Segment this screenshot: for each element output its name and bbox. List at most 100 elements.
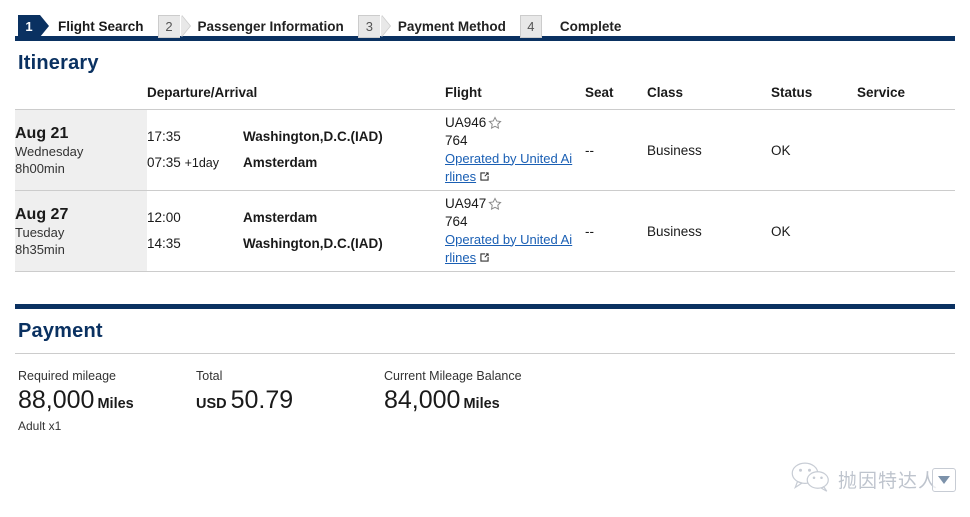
step-3-number: 3 bbox=[365, 18, 373, 34]
step-3-label: Payment Method bbox=[397, 18, 506, 34]
departure-arrival-cell: 12:00 Amsterdam 14:35 Washington,D.C.(IA… bbox=[147, 190, 445, 272]
departure-time: 12:00 bbox=[147, 210, 181, 225]
service-cell bbox=[857, 190, 955, 272]
flight-date-cell: Aug 21 Wednesday 8h00min bbox=[15, 109, 147, 191]
current-balance-label: Current Mileage Balance bbox=[384, 369, 522, 383]
required-mileage-value: 88,000 Miles bbox=[18, 385, 196, 419]
departure-leg: 12:00 Amsterdam bbox=[147, 205, 445, 231]
col-header-class: Class bbox=[647, 85, 771, 110]
step-2-number: 2 bbox=[165, 18, 173, 34]
col-header-flight: Flight bbox=[445, 85, 585, 110]
col-header-seat: Seat bbox=[585, 85, 647, 110]
current-balance-number: 84,000 bbox=[384, 386, 461, 414]
flight-number-row: UA947 bbox=[445, 195, 585, 213]
col-header-date bbox=[15, 85, 147, 110]
flight-date-cell: Aug 27 Tuesday 8h35min bbox=[15, 190, 147, 272]
departure-time: 17:35 bbox=[147, 129, 181, 144]
chevron-right-icon bbox=[40, 14, 49, 37]
current-balance-value: 84,000 Miles bbox=[384, 385, 522, 419]
arrival-time: 07:35 +1day bbox=[147, 155, 219, 170]
table-row: Aug 21 Wednesday 8h00min 17:35 Washingto… bbox=[15, 109, 955, 191]
required-mileage-label: Required mileage bbox=[18, 369, 116, 383]
table-row: Aug 27 Tuesday 8h35min 12:00 Amsterdam 1… bbox=[15, 190, 955, 272]
payment-summary: Required mileage 88,000 Miles Adult x1 To… bbox=[0, 354, 970, 434]
total-block: Total USD 50.79 bbox=[196, 367, 384, 434]
arrival-leg: 14:35 Washington,D.C.(IAD) bbox=[147, 231, 445, 257]
wechat-logo-icon bbox=[790, 462, 832, 497]
step-2-badge: 2 bbox=[157, 14, 190, 38]
current-balance-unit: Miles bbox=[463, 396, 500, 412]
itinerary-section-title: Itinerary bbox=[18, 52, 99, 74]
star-icon bbox=[488, 115, 502, 130]
col-header-service: Service bbox=[857, 85, 955, 110]
payment-section-title: Payment bbox=[18, 320, 103, 342]
chevron-down-icon bbox=[938, 475, 950, 484]
flight-date: Aug 21 bbox=[15, 124, 69, 142]
total-value: USD 50.79 bbox=[196, 385, 384, 419]
step-2-label: Passenger Information bbox=[197, 18, 344, 34]
service-cell bbox=[857, 109, 955, 191]
operated-by-link[interactable]: Operated by United Airlines bbox=[445, 231, 573, 268]
class-cell: Business bbox=[647, 190, 771, 272]
arrival-airport: Amsterdam bbox=[243, 155, 318, 170]
arrival-day-offset: +1day bbox=[184, 156, 219, 170]
step-3-payment-method[interactable]: 3 Payment Method bbox=[357, 14, 506, 38]
required-mileage-block: Required mileage 88,000 Miles Adult x1 bbox=[18, 367, 196, 434]
flight-number: UA947 bbox=[445, 195, 487, 211]
arrival-time: 14:35 bbox=[147, 236, 181, 251]
flight-number-row: UA946 bbox=[445, 114, 585, 132]
flight-weekday: Wednesday bbox=[15, 143, 84, 159]
watermark-text: 抛因特达人 bbox=[837, 470, 938, 492]
flight-cell: UA947 764 Operated by United Airlines bbox=[445, 190, 585, 272]
star-icon bbox=[488, 196, 502, 211]
flight-date: Aug 27 bbox=[15, 205, 69, 223]
flight-number: UA946 bbox=[445, 114, 487, 130]
progress-stepper: 1 Flight Search 2 Passenger Information … bbox=[0, 0, 970, 38]
passenger-count-note: Adult x1 bbox=[18, 419, 62, 433]
departure-leg: 17:35 Washington,D.C.(IAD) bbox=[147, 124, 445, 150]
watermark-dropdown-button[interactable] bbox=[932, 467, 956, 492]
col-header-status: Status bbox=[771, 85, 857, 110]
total-label: Total bbox=[196, 369, 223, 383]
required-mileage-unit: Miles bbox=[97, 396, 134, 412]
current-balance-block: Current Mileage Balance 84,000 Miles bbox=[384, 367, 522, 434]
itinerary-header-row: Departure/Arrival Flight Seat Class Stat… bbox=[15, 85, 955, 110]
step-4-complete[interactable]: 4 Complete bbox=[519, 14, 622, 38]
chevron-right-icon bbox=[180, 14, 190, 37]
step-2-passenger-information[interactable]: 2 Passenger Information bbox=[157, 14, 344, 38]
col-header-departure-arrival: Departure/Arrival bbox=[147, 85, 445, 110]
aircraft-equipment: 764 bbox=[445, 132, 468, 148]
arrival-leg: 07:35 +1day Amsterdam bbox=[147, 150, 445, 176]
seat-cell: -- bbox=[585, 190, 647, 272]
seat-cell: -- bbox=[585, 109, 647, 191]
step-1-badge: 1 bbox=[18, 14, 49, 38]
departure-airport: Amsterdam bbox=[243, 210, 318, 225]
total-currency: USD bbox=[196, 396, 227, 412]
step-4-badge: 4 bbox=[519, 14, 542, 38]
step-3-badge: 3 bbox=[357, 14, 390, 38]
external-link-icon bbox=[479, 169, 490, 187]
step-1-number: 1 bbox=[25, 18, 33, 34]
aircraft-equipment: 764 bbox=[445, 213, 468, 229]
flight-duration: 8h00min bbox=[15, 160, 65, 176]
watermark: 抛因特达人 bbox=[790, 462, 956, 497]
step-4-label: Complete bbox=[559, 18, 622, 34]
departure-airport: Washington,D.C.(IAD) bbox=[243, 129, 383, 144]
status-cell: OK bbox=[771, 190, 857, 272]
step-1-flight-search[interactable]: 1 Flight Search bbox=[18, 14, 144, 38]
flight-weekday: Tuesday bbox=[15, 224, 65, 240]
step-4-number: 4 bbox=[527, 18, 535, 34]
itinerary-table: Departure/Arrival Flight Seat Class Stat… bbox=[15, 85, 955, 272]
chevron-right-icon bbox=[380, 14, 390, 37]
flight-cell: UA946 764 Operated by United Airlines bbox=[445, 109, 585, 191]
departure-arrival-cell: 17:35 Washington,D.C.(IAD) 07:35 +1day A… bbox=[147, 109, 445, 191]
step-1-label: Flight Search bbox=[58, 18, 144, 34]
operated-by-link[interactable]: Operated by United Airlines bbox=[445, 150, 573, 187]
total-amount: 50.79 bbox=[230, 386, 294, 414]
arrival-airport: Washington,D.C.(IAD) bbox=[243, 236, 383, 251]
class-cell: Business bbox=[647, 109, 771, 191]
status-cell: OK bbox=[771, 109, 857, 191]
external-link-icon bbox=[479, 250, 490, 268]
flight-duration: 8h35min bbox=[15, 241, 65, 257]
required-mileage-number: 88,000 bbox=[18, 386, 95, 414]
